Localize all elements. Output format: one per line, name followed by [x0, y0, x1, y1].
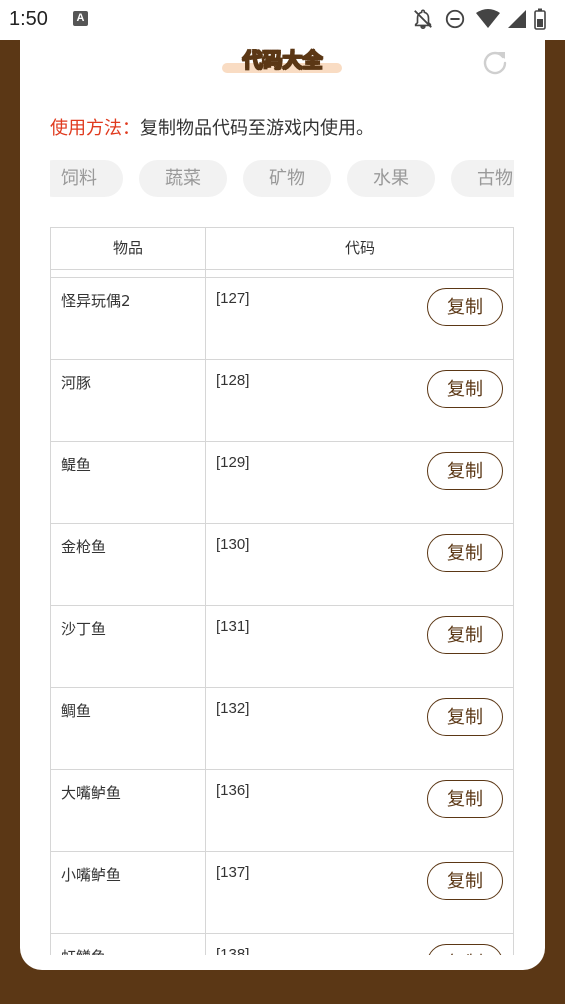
category-tabs-track: 饲料 蔬菜 矿物 水果 古物 [50, 160, 514, 197]
category-tabs: 饲料 蔬菜 矿物 水果 古物 [50, 160, 514, 197]
copy-button[interactable]: 复制 [427, 698, 503, 736]
item-name: 金枪鱼 [61, 538, 107, 556]
table-row: 小嘴鲈鱼 [137] 复制 [51, 852, 513, 934]
item-code: [128] [216, 372, 250, 389]
column-divider [205, 852, 206, 933]
column-header-code: 代码 [344, 239, 375, 257]
page-title: 代码大全 [242, 48, 323, 73]
column-divider [205, 269, 206, 278]
column-header-item: 物品 [51, 228, 206, 269]
item-name: 怪异玩偶2 [61, 292, 131, 310]
table-row: 金枪鱼 [130] 复制 [51, 524, 513, 606]
column-divider [205, 934, 206, 955]
page-title-wrap: 代码大全 [220, 44, 345, 78]
column-divider [205, 524, 206, 605]
table-row-partial [51, 269, 513, 278]
notifications-off-icon [414, 9, 432, 29]
column-divider [205, 688, 206, 769]
item-code: [127] [216, 290, 250, 307]
item-code: [129] [216, 454, 250, 471]
code-list-card: 代码大全 使用方法：复制物品代码至游戏内使用。 饲料 蔬菜 矿物 水果 古物 物… [20, 0, 545, 970]
tab-artifacts[interactable]: 古物 [451, 160, 514, 197]
column-divider [205, 606, 206, 687]
item-code: [132] [216, 700, 250, 717]
copy-button[interactable]: 复制 [427, 370, 503, 408]
battery-icon [534, 8, 546, 30]
item-name: 鳀鱼 [61, 456, 92, 474]
wifi-icon [476, 9, 500, 28]
item-name: 大嘴鲈鱼 [61, 784, 122, 802]
table-row: 河豚 [128] 复制 [51, 360, 513, 442]
item-code: [136] [216, 782, 250, 799]
column-divider [205, 442, 206, 523]
tab-feed[interactable]: 饲料 [50, 160, 123, 197]
item-name: 小嘴鲈鱼 [61, 866, 122, 884]
copy-button[interactable]: 复制 [427, 862, 503, 900]
tab-minerals[interactable]: 矿物 [243, 160, 331, 197]
copy-button[interactable]: 复制 [427, 534, 503, 572]
do-not-disturb-icon [445, 9, 465, 29]
table-row: 鲷鱼 [132] 复制 [51, 688, 513, 770]
item-code: [138] [216, 946, 250, 955]
table-body: 怪异玩偶2 [127] 复制 河豚 [128] 复制 鳀鱼 [129] 复制 金… [51, 278, 513, 955]
table-row: 沙丁鱼 [131] 复制 [51, 606, 513, 688]
copy-button[interactable]: 复制 [427, 288, 503, 326]
code-table[interactable]: 物品 代码 怪异玩偶2 [127] 复制 河豚 [128] 复制 鳀鱼 [129… [50, 227, 514, 955]
column-divider [205, 770, 206, 851]
refresh-icon[interactable] [481, 49, 509, 77]
usage-text: 复制物品代码至游戏内使用。 [140, 118, 374, 139]
table-row: 怪异玩偶2 [127] 复制 [51, 278, 513, 360]
copy-button[interactable]: 复制 [427, 780, 503, 818]
table-row: 大嘴鲈鱼 [136] 复制 [51, 770, 513, 852]
table-row: 鳀鱼 [129] 复制 [51, 442, 513, 524]
table-row: 虹鳟鱼 [138] 复制 [51, 934, 513, 955]
copy-button[interactable]: 复制 [427, 944, 503, 955]
item-name: 沙丁鱼 [61, 620, 107, 638]
item-code: [131] [216, 618, 250, 635]
item-name: 虹鳟鱼 [61, 946, 106, 955]
tab-vegetables[interactable]: 蔬菜 [139, 160, 227, 197]
status-bar: 1:50 A [0, 0, 565, 40]
item-code: [130] [216, 536, 250, 553]
copy-button[interactable]: 复制 [427, 616, 503, 654]
usage-instructions: 使用方法：复制物品代码至游戏内使用。 [50, 114, 374, 140]
item-code: [137] [216, 864, 250, 881]
item-name: 河豚 [61, 374, 92, 392]
column-divider [205, 360, 206, 441]
copy-button[interactable]: 复制 [427, 452, 503, 490]
app-notification-icon: A [73, 11, 88, 26]
usage-label: 使用方法： [50, 118, 140, 139]
item-name: 鲷鱼 [61, 702, 92, 720]
cellular-signal-icon [508, 10, 526, 28]
status-time: 1:50 [9, 8, 48, 30]
column-divider [205, 278, 206, 359]
tab-fruits[interactable]: 水果 [347, 160, 435, 197]
table-header: 物品 代码 [51, 228, 513, 270]
